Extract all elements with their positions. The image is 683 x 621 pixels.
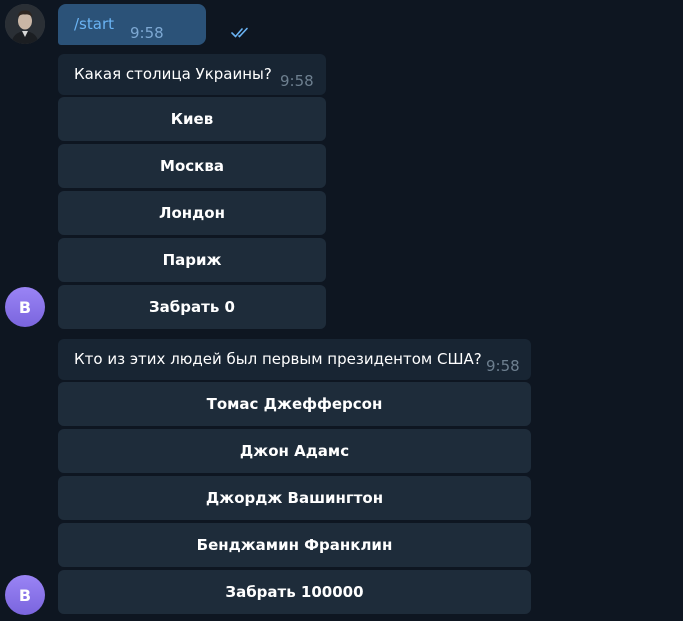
double-check-icon [231,27,248,38]
start-command-link[interactable]: /start [74,15,114,33]
answer-button[interactable]: Москва [58,144,326,188]
chat-history: /start 9:58 Какая столица Украины? 9:58 … [0,0,683,621]
message-time: 9:58 [130,24,164,42]
user-avatar[interactable] [5,4,45,44]
question-message: Кто из этих людей был первым президентом… [58,339,531,380]
answer-button[interactable]: Лондон [58,191,326,235]
bot-avatar-letter: B [18,585,32,605]
take-winnings-button[interactable]: Забрать 0 [58,285,326,329]
message-time: 9:58 [486,357,520,375]
take-winnings-button[interactable]: Забрать 100000 [58,570,531,614]
answer-button[interactable]: Джордж Вашингтон [58,476,531,520]
message-time: 9:58 [280,72,314,90]
answer-button[interactable]: Томас Джефферсон [58,382,531,426]
bot-avatar[interactable]: B [5,575,45,615]
answer-button[interactable]: Киев [58,97,326,141]
answer-button[interactable]: Джон Адамс [58,429,531,473]
bot-avatar[interactable]: B [5,287,45,327]
user-photo-icon [5,4,45,44]
question-text: Какая столица Украины? [74,65,272,83]
question-text: Кто из этих людей был первым президентом… [74,350,482,368]
outgoing-message[interactable]: /start 9:58 [58,4,248,45]
answer-button[interactable]: Бенджамин Франклин [58,523,531,567]
bot-avatar-letter: B [18,297,32,317]
question-message: Какая столица Украины? 9:58 [58,54,326,95]
answer-button[interactable]: Париж [58,238,326,282]
